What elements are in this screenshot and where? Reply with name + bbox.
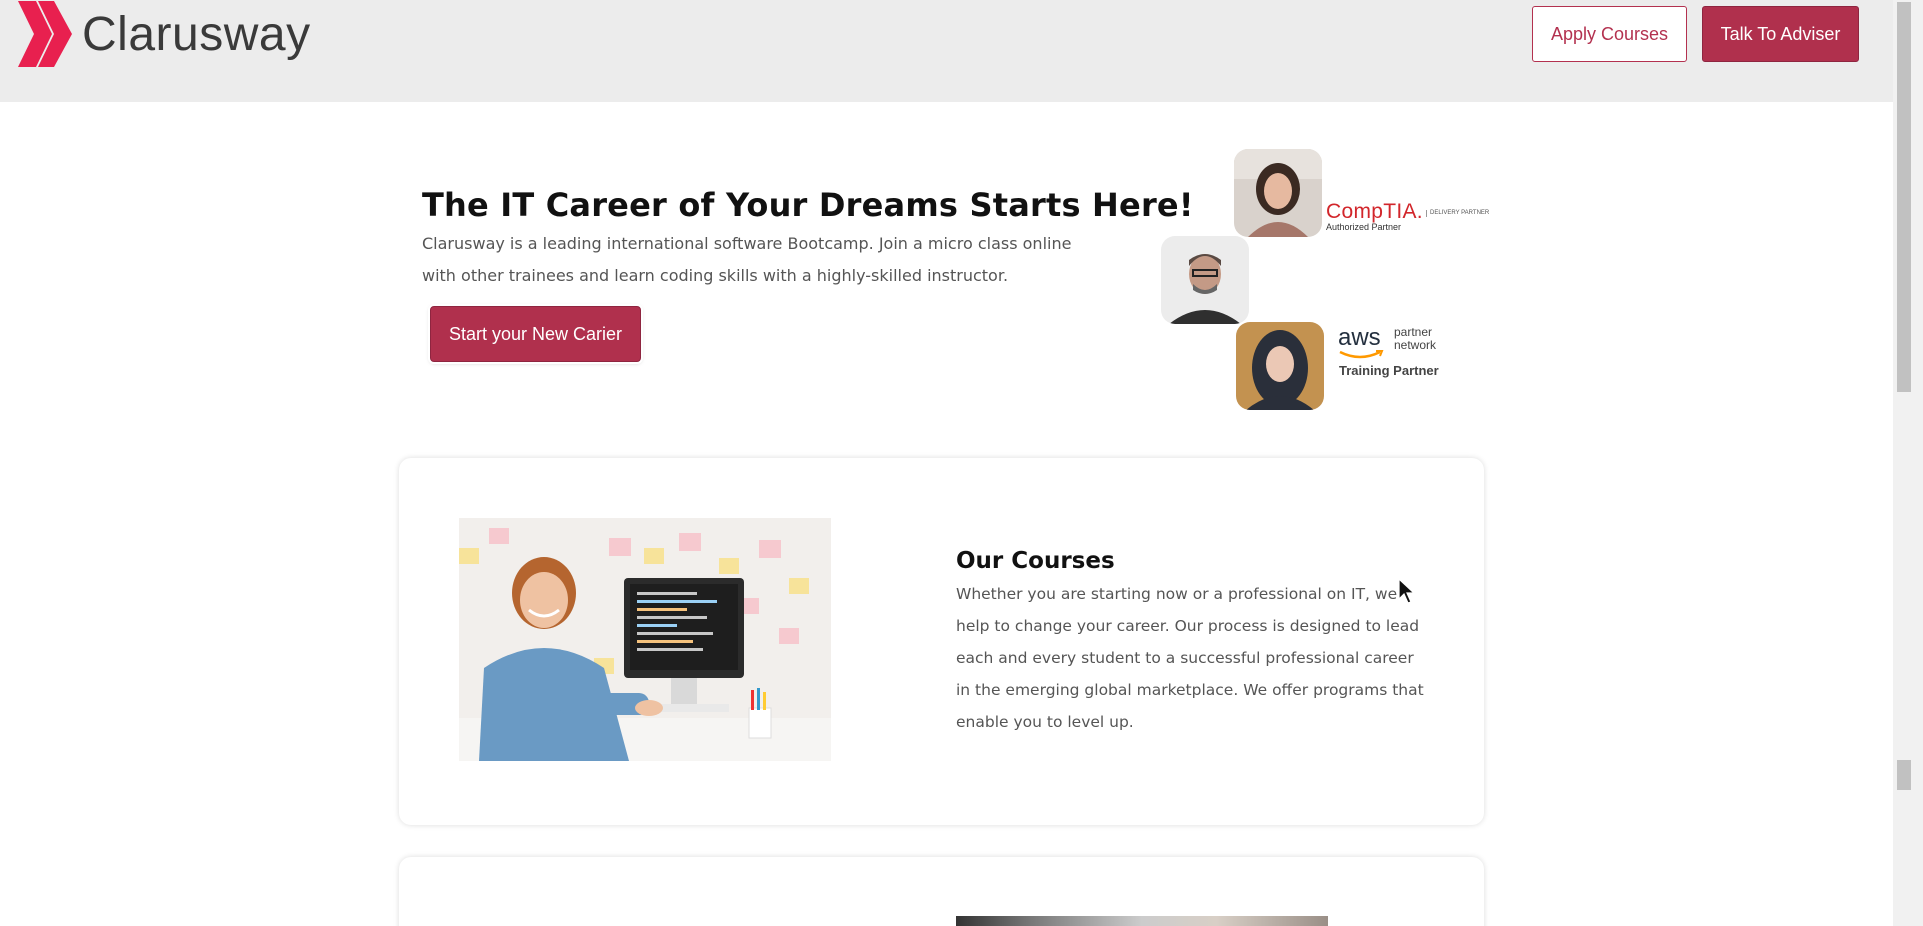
comptia-partner-logo: CompTIA. Authorized Partner (1326, 200, 1423, 232)
courses-card: Our Courses Whether you are starting now… (399, 458, 1484, 825)
comptia-tag: DELIVERY PARTNER (1426, 210, 1489, 217)
hero-description: Clarusway is a leading international sof… (422, 234, 1072, 285)
comptia-name: CompTIA. (1326, 200, 1423, 223)
start-new-career-button[interactable]: Start your New Carier (430, 306, 641, 362)
next-section-card (399, 857, 1484, 926)
mouse-cursor-icon (1398, 578, 1416, 604)
instructor-photo (1234, 149, 1322, 237)
hero-title: The IT Career of Your Dreams Starts Here… (422, 186, 1194, 224)
scrollbar-thumb[interactable] (1897, 2, 1911, 392)
aws-smile-icon (1339, 350, 1384, 359)
student-at-computer-image (459, 518, 831, 761)
instructor-photo (1236, 322, 1324, 410)
courses-description: Whether you are starting now or a profes… (956, 585, 1424, 731)
apply-courses-button[interactable]: Apply Courses (1532, 6, 1687, 62)
instructor-photo (1161, 236, 1249, 324)
section-image (956, 916, 1328, 926)
site-header: Clarusway Apply Courses Talk To Adviser (0, 0, 1893, 102)
aws-partner-logo: aws partner network (1338, 324, 1436, 359)
aws-network: partner network (1394, 325, 1437, 352)
clarusway-logo-icon (18, 1, 72, 67)
scrollbar-marker (1897, 760, 1911, 790)
aws-role: Training Partner (1339, 363, 1439, 378)
brand[interactable]: Clarusway (18, 0, 311, 68)
page-scrollbar[interactable] (1893, 0, 1923, 926)
courses-title: Our Courses (956, 548, 1115, 574)
talk-to-adviser-button[interactable]: Talk To Adviser (1702, 6, 1859, 62)
brand-name: Clarusway (82, 7, 311, 61)
aws-word: aws (1338, 324, 1381, 351)
